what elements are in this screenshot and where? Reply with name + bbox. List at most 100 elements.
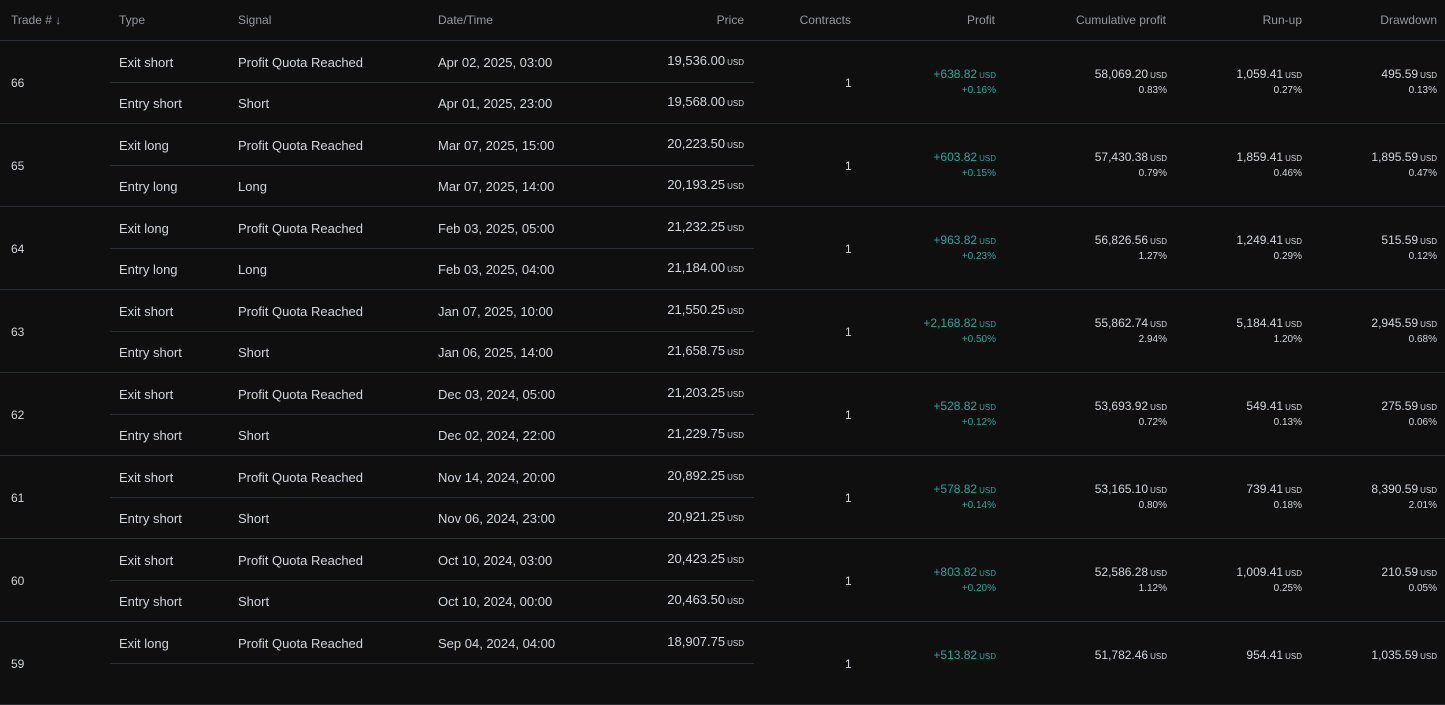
trade-entry-row[interactable]: Entry short Short Nov 06, 2024, 23:00 20…: [110, 497, 754, 538]
trade-number: 61: [11, 491, 25, 505]
trade-drawdown-value: 2,945.59: [1371, 316, 1419, 330]
trade-runup-percent: 0.29%: [1273, 251, 1302, 262]
trade-entry-row[interactable]: USD: [110, 663, 754, 704]
cumulative-profit-percent: 1.27%: [1138, 251, 1167, 262]
header-cumulative-profit[interactable]: Cumulative profit: [1076, 13, 1166, 27]
trade-profit: +963.82 USD +0.23%: [933, 233, 996, 262]
trade-exit-row[interactable]: Exit short Profit Quota Reached Oct 10, …: [110, 539, 754, 581]
trade-exit-row[interactable]: Exit long Profit Quota Reached Feb 03, 2…: [110, 207, 754, 249]
trade-exit-row[interactable]: Exit long Profit Quota Reached Sep 04, 2…: [110, 622, 754, 664]
trade-price: 20,892.25 USD: [667, 468, 744, 483]
trade-row[interactable]: 66 Exit short Profit Quota Reached Apr 0…: [0, 41, 1445, 124]
trade-exit-row[interactable]: Exit short Profit Quota Reached Dec 03, …: [110, 373, 754, 415]
currency-label: USD: [727, 639, 744, 648]
currency-label: USD: [727, 141, 744, 150]
currency-label: USD: [1285, 320, 1302, 329]
trade-row[interactable]: 63 Exit short Profit Quota Reached Jan 0…: [0, 290, 1445, 373]
trade-exit-row[interactable]: Exit short Profit Quota Reached Apr 02, …: [110, 41, 754, 83]
trade-signal: Long: [238, 262, 267, 277]
trade-price: 20,223.50 USD: [667, 136, 744, 151]
trade-entry-row[interactable]: Entry short Short Dec 02, 2024, 22:00 21…: [110, 414, 754, 455]
trade-profit: +638.82 USD +0.16%: [933, 67, 996, 96]
currency-label: USD: [979, 403, 996, 412]
trade-entry-row[interactable]: Entry short Short Apr 01, 2025, 23:00 19…: [110, 82, 754, 123]
trade-row[interactable]: 62 Exit short Profit Quota Reached Dec 0…: [0, 373, 1445, 456]
trade-profit: +803.82 USD +0.20%: [933, 565, 996, 594]
cumulative-profit: 51,782.46 USD: [1095, 648, 1167, 666]
trade-entry-row[interactable]: Entry long Long Mar 07, 2025, 14:00 20,1…: [110, 165, 754, 206]
trade-profit: +513.82 USD: [933, 648, 996, 666]
price-value: 20,193.25: [667, 177, 726, 192]
trade-runup-value: 549.41: [1246, 399, 1284, 413]
header-contracts[interactable]: Contracts: [800, 13, 851, 27]
header-runup[interactable]: Run-up: [1263, 13, 1302, 27]
cumulative-profit: 55,862.74 USD 2.94%: [1095, 316, 1167, 345]
trades-table: Trade # ↓ Type Signal Date/Time Price Co…: [0, 0, 1445, 705]
header-type[interactable]: Type: [119, 13, 145, 27]
trade-signal: Profit Quota Reached: [238, 636, 364, 651]
trade-runup-value: 1,859.41: [1236, 150, 1284, 164]
trade-profit: +603.82 USD +0.15%: [933, 150, 996, 179]
trade-price: 18,907.75 USD: [667, 634, 744, 649]
trade-price: 21,550.25 USD: [667, 302, 744, 317]
trade-drawdown: 495.59 USD 0.13%: [1381, 67, 1437, 96]
trade-profit: +2,168.82 USD +0.50%: [923, 316, 996, 345]
trade-datetime: Oct 10, 2024, 00:00: [438, 594, 553, 609]
trade-type: Exit short: [119, 387, 174, 402]
trade-drawdown-percent: 0.12%: [1408, 251, 1437, 262]
currency-label: USD: [727, 390, 744, 399]
trade-profit-percent: +0.12%: [961, 417, 996, 428]
header-trade-sort[interactable]: Trade # ↓: [11, 13, 61, 27]
trade-row[interactable]: 64 Exit long Profit Quota Reached Feb 03…: [0, 207, 1445, 290]
trade-drawdown-percent: 2.01%: [1408, 500, 1437, 511]
trade-entry-row[interactable]: Entry short Short Oct 10, 2024, 00:00 20…: [110, 580, 754, 621]
trade-datetime: Nov 06, 2024, 23:00: [438, 511, 556, 526]
trade-drawdown: 515.59 USD 0.12%: [1381, 233, 1437, 262]
cumulative-profit-percent: 0.80%: [1138, 500, 1167, 511]
header-profit[interactable]: Profit: [967, 13, 995, 27]
trade-type: Exit long: [119, 138, 169, 153]
trade-signal: Short: [238, 428, 270, 443]
trade-exit-row[interactable]: Exit long Profit Quota Reached Mar 07, 2…: [110, 124, 754, 166]
trade-drawdown: 275.59 USD 0.06%: [1381, 399, 1437, 428]
trade-profit-percent: +0.23%: [961, 251, 996, 262]
trade-row[interactable]: 61 Exit short Profit Quota Reached Nov 1…: [0, 456, 1445, 539]
cumulative-profit-percent: 0.83%: [1138, 85, 1167, 96]
trade-profit-value: +528.82: [933, 399, 978, 413]
trade-exit-row[interactable]: Exit short Profit Quota Reached Nov 14, …: [110, 456, 754, 498]
trade-entry-row[interactable]: Entry long Long Feb 03, 2025, 04:00 21,1…: [110, 248, 754, 289]
trade-exit-row[interactable]: Exit short Profit Quota Reached Jan 07, …: [110, 290, 754, 332]
trade-entry-row[interactable]: Entry short Short Jan 06, 2025, 14:00 21…: [110, 331, 754, 372]
trade-datetime: Mar 07, 2025, 14:00: [438, 179, 555, 194]
trade-price: 21,229.75 USD: [667, 426, 744, 441]
trade-price: 19,536.00 USD: [667, 53, 744, 68]
header-price[interactable]: Price: [717, 13, 744, 27]
price-value: 21,550.25: [667, 302, 726, 317]
currency-label: USD: [727, 182, 744, 191]
currency-label: USD: [1150, 71, 1167, 80]
trade-drawdown: 210.59 USD 0.05%: [1381, 565, 1437, 594]
trade-row[interactable]: 60 Exit short Profit Quota Reached Oct 1…: [0, 539, 1445, 622]
trade-profit-value: +803.82: [933, 565, 978, 579]
cumulative-profit-value: 53,165.10: [1094, 482, 1149, 496]
currency-label: USD: [1285, 569, 1302, 578]
currency-label: USD: [727, 224, 744, 233]
currency-label: USD: [727, 58, 744, 67]
trade-profit-percent: +0.14%: [961, 500, 996, 511]
currency-label: USD: [1285, 154, 1302, 163]
price-value: 21,184.00: [667, 260, 726, 275]
trade-row[interactable]: 59 Exit long Profit Quota Reached Sep 04…: [0, 622, 1445, 705]
trade-signal: Profit Quota Reached: [238, 138, 364, 153]
currency-label: USD: [727, 265, 744, 274]
header-signal[interactable]: Signal: [238, 13, 271, 27]
currency-label: USD: [979, 71, 996, 80]
header-datetime[interactable]: Date/Time: [438, 13, 493, 27]
trade-drawdown-value: 1,895.59: [1371, 150, 1419, 164]
trade-row[interactable]: 65 Exit long Profit Quota Reached Mar 07…: [0, 124, 1445, 207]
currency-label: USD: [1420, 403, 1437, 412]
cumulative-profit: 53,693.92 USD 0.72%: [1095, 399, 1167, 428]
table-header: Trade # ↓ Type Signal Date/Time Price Co…: [0, 0, 1445, 41]
trade-type: Entry short: [119, 511, 182, 526]
header-drawdown[interactable]: Drawdown: [1380, 13, 1437, 27]
trade-runup: 1,009.41 USD 0.25%: [1236, 565, 1302, 594]
